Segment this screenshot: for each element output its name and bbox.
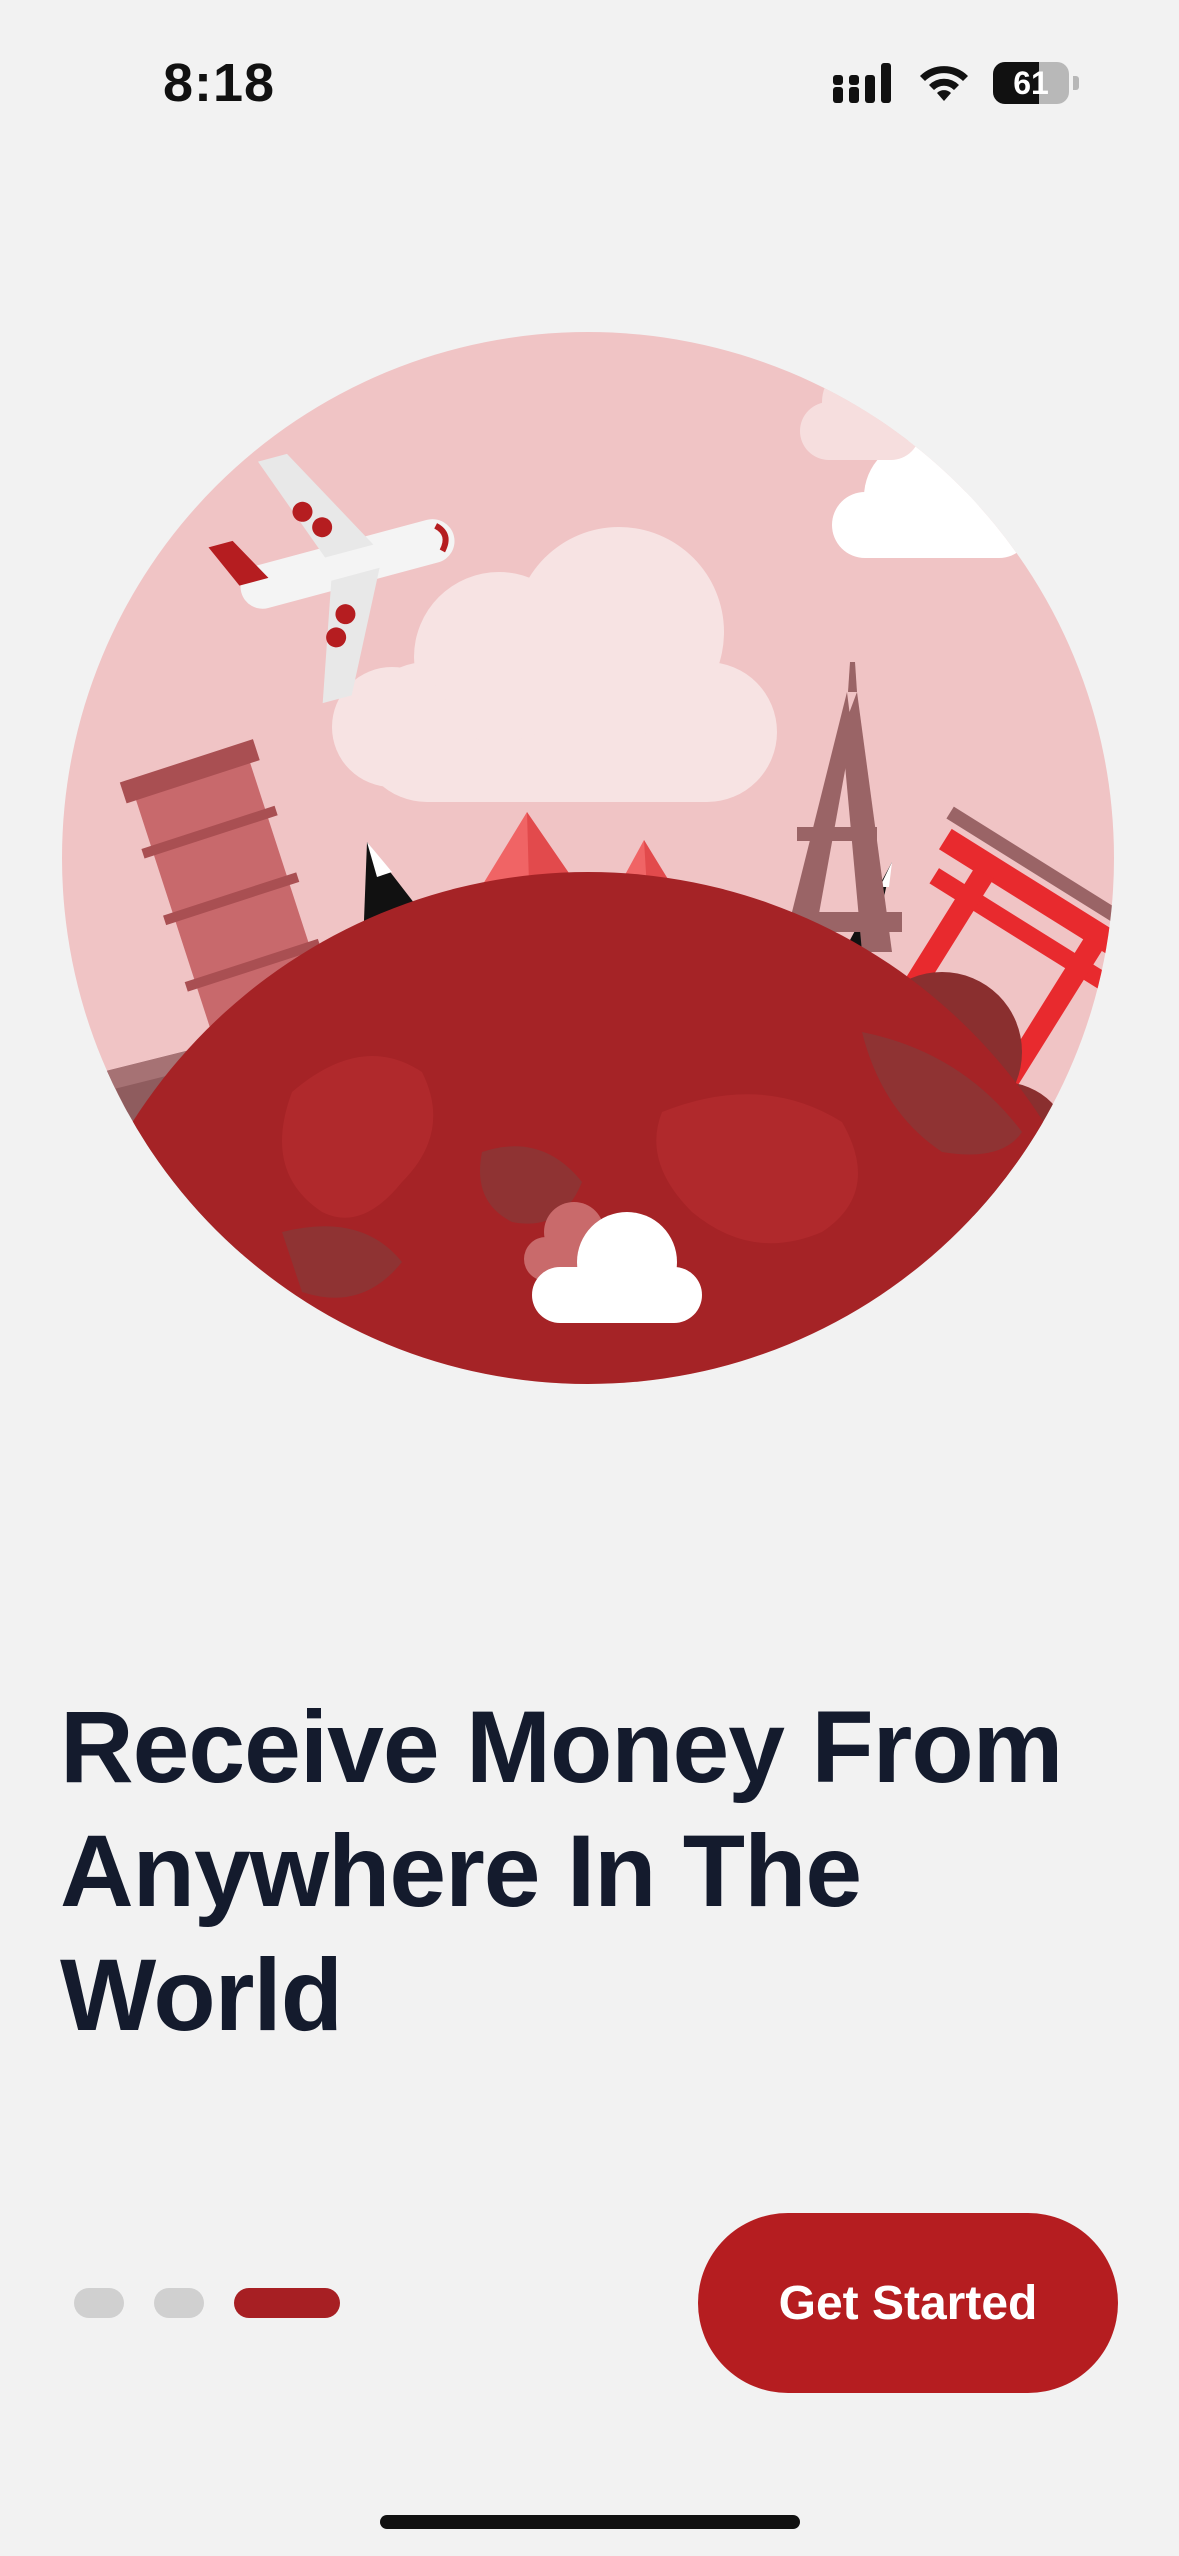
headline-line: Anywhere In The [60,1814,862,1928]
status-time: 8:18 [163,53,276,113]
battery-icon: 61 [993,62,1069,104]
travel-landmarks-globe-illustration [62,332,1114,1384]
page-indicator [74,2288,340,2318]
status-icons: 61 [833,62,1079,104]
onboarding-headline: Receive Money From Anywhere In The World [60,1685,1120,2057]
page-dot-active[interactable] [234,2288,340,2318]
wifi-icon [920,66,968,101]
page-dot[interactable] [74,2288,124,2318]
headline-line: World [60,1938,343,2052]
cloud-icon [800,362,920,460]
cellular-signal-icon [833,63,891,103]
headline-line: Receive Money From [60,1690,1063,1804]
get-started-button[interactable]: Get Started [698,2213,1118,2393]
battery-level: 61 [1013,64,1049,101]
page-dot[interactable] [154,2288,204,2318]
home-indicator[interactable] [380,2515,800,2529]
onboarding-screen: 8:18 61 Receive Money From Anywhere In T… [0,0,1179,2556]
battery-nub [1073,76,1079,90]
